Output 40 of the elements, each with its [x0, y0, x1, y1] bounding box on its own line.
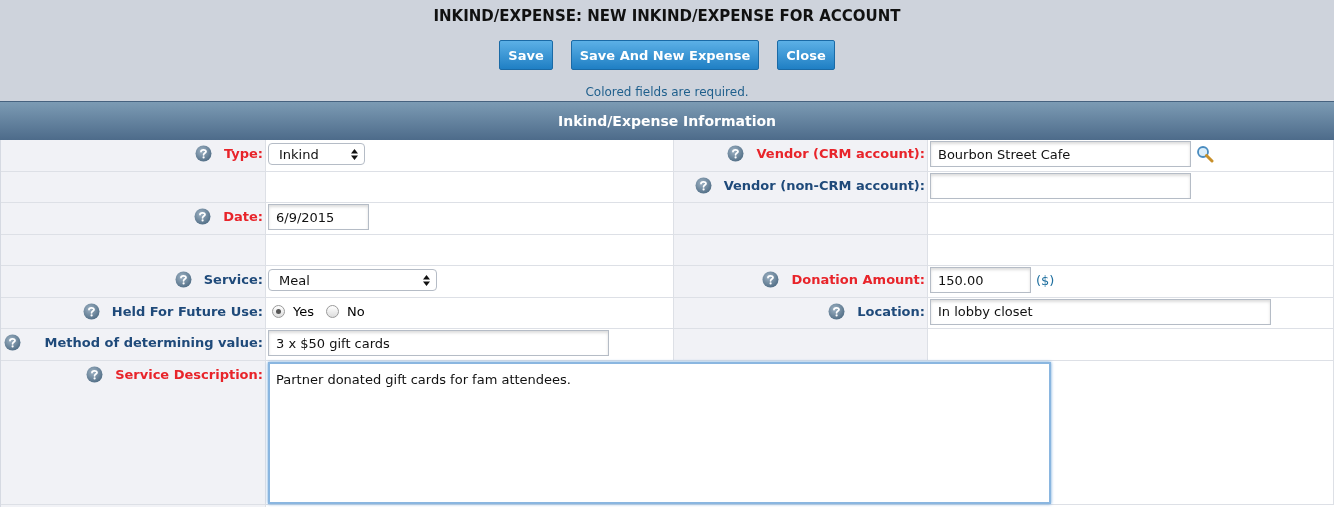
- section-header: Inkind/Expense Information: [0, 101, 1334, 140]
- radio-label[interactable]: Yes: [293, 303, 314, 319]
- dropdown[interactable]: Meal: [268, 269, 437, 291]
- field-label: Vendor (CRM account):: [756, 145, 925, 162]
- field-label: Type:: [223, 145, 263, 162]
- radio-button[interactable]: [272, 304, 285, 318]
- required-note: Colored fields are required.: [584, 84, 750, 101]
- field-label: Method of determining value:: [44, 334, 263, 351]
- help-icon[interactable]: [828, 302, 846, 320]
- input-field[interactable]: [930, 172, 1191, 199]
- search-icon[interactable]: [1196, 145, 1214, 163]
- field-label: Donation Amount:: [791, 271, 925, 288]
- help-icon[interactable]: [762, 271, 780, 288]
- help-icon[interactable]: [194, 208, 212, 225]
- field-label: Service:: [203, 271, 263, 288]
- field-label: Vendor (non-CRM account):: [723, 176, 925, 194]
- help-icon[interactable]: [82, 302, 100, 320]
- dropdown-arrows-icon: [351, 148, 358, 160]
- input-field[interactable]: Bourbon Street Cafe: [930, 141, 1191, 167]
- help-icon[interactable]: [4, 334, 21, 351]
- field-label: Service Description:: [115, 365, 263, 383]
- field-label: Held For Future Use:: [111, 302, 263, 320]
- dropdown[interactable]: Inkind: [268, 143, 365, 165]
- input-field[interactable]: 150.00: [930, 267, 1031, 293]
- unit-label: ($): [1036, 272, 1055, 288]
- help-icon[interactable]: [174, 271, 192, 288]
- dropdown-arrows-icon: [423, 274, 430, 286]
- field-label: Date:: [223, 208, 263, 225]
- input-field[interactable]: In lobby closet: [930, 298, 1271, 325]
- help-icon[interactable]: [727, 145, 745, 162]
- help-icon[interactable]: [86, 365, 104, 383]
- help-icon[interactable]: [694, 176, 712, 194]
- input-field[interactable]: 6/9/2015: [268, 204, 369, 230]
- radio-button[interactable]: [326, 304, 339, 318]
- field-label: Location:: [857, 302, 925, 320]
- radio-label[interactable]: No: [347, 303, 365, 319]
- page-title: INKIND/EXPENSE: NEW INKIND/EXPENSE FOR ACCOUNT: [432, 6, 902, 27]
- input-field[interactable]: 3 x $50 gift cards: [268, 330, 609, 356]
- description-field[interactable]: Partner donated gift cards for fam attendees.: [268, 361, 1051, 504]
- help-icon[interactable]: [194, 145, 212, 162]
